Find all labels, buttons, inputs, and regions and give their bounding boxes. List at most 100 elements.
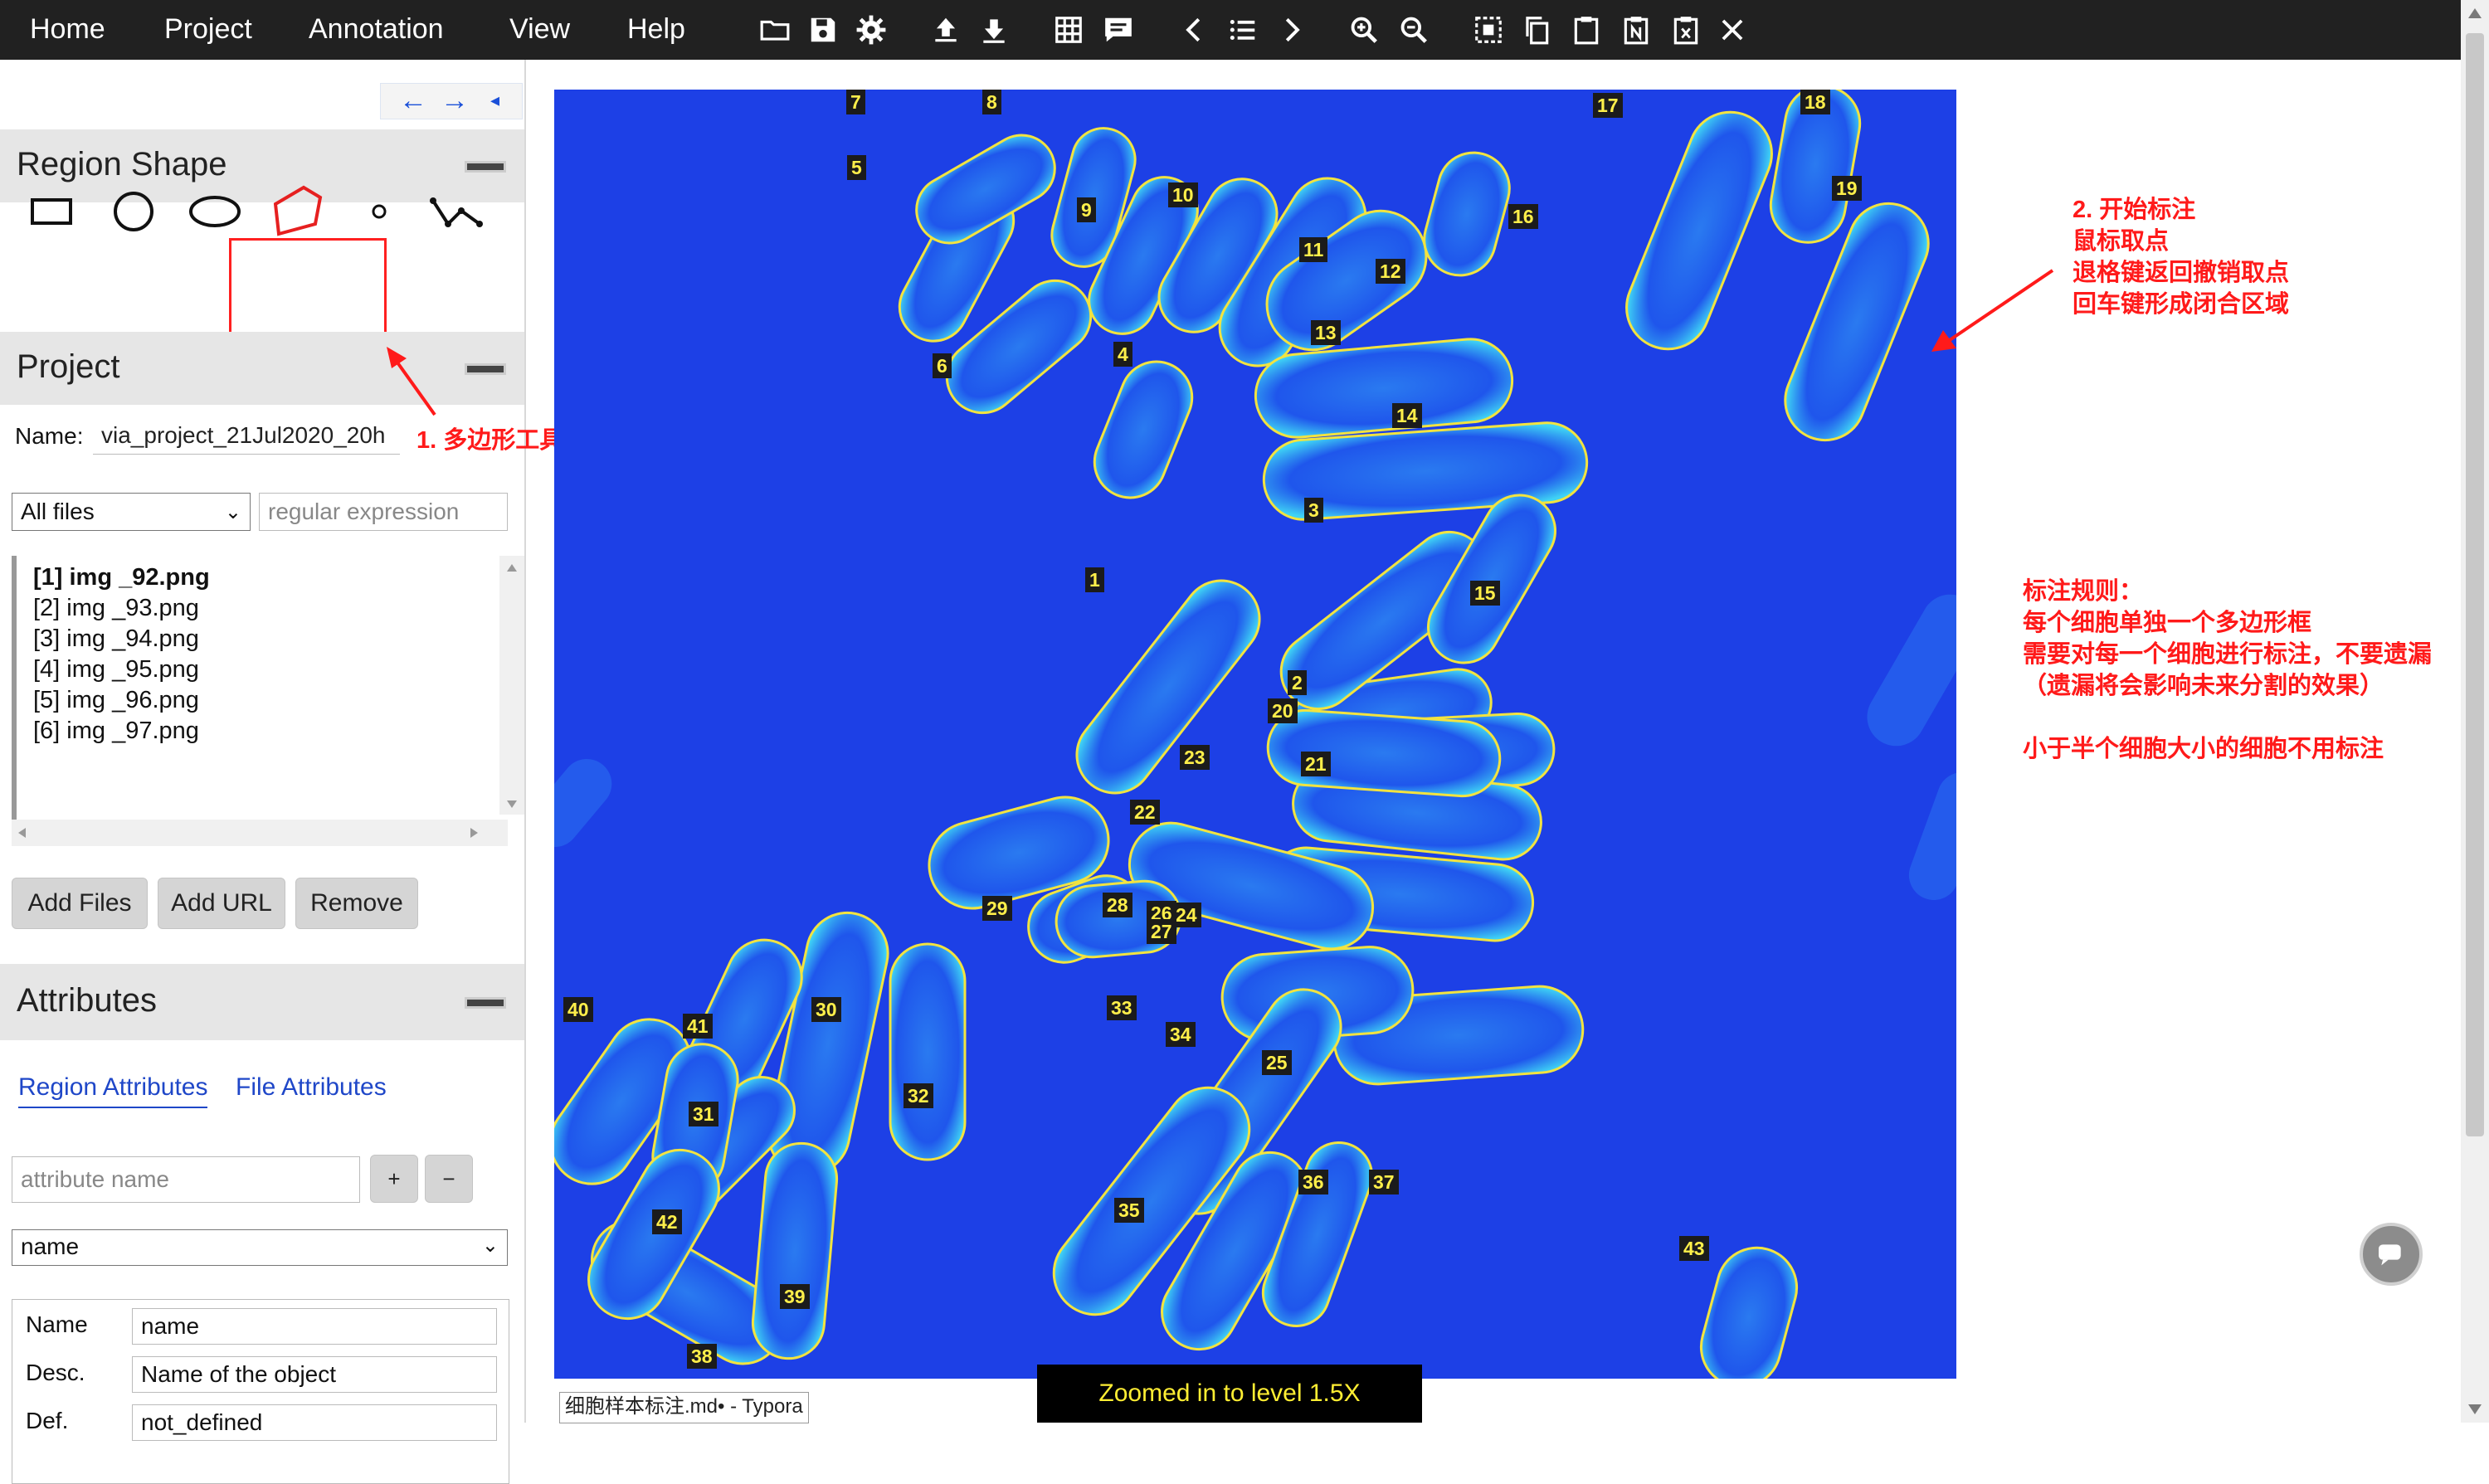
menu-project[interactable]: Project bbox=[164, 13, 252, 46]
file-list[interactable]: [1] img _92.png [2] img _93.png [3] img _9… bbox=[12, 556, 524, 820]
cell-id-label: 34 bbox=[1166, 1022, 1196, 1047]
cell-id-label: 6 bbox=[933, 353, 952, 378]
cell-id-label: 39 bbox=[780, 1284, 810, 1309]
chat-help-button[interactable] bbox=[2360, 1223, 2423, 1286]
zoom-out-icon[interactable] bbox=[1395, 12, 1432, 48]
attributes-header[interactable]: Attributes bbox=[0, 964, 524, 1040]
cell-image-svg[interactable] bbox=[554, 90, 1956, 1379]
tab-region-attributes[interactable]: Region Attributes bbox=[18, 1073, 208, 1108]
remove-file-button[interactable]: Remove bbox=[295, 878, 418, 929]
attr-def-input[interactable] bbox=[132, 1404, 497, 1441]
file-filter-value: All files bbox=[21, 499, 95, 524]
next-image-icon[interactable] bbox=[1273, 12, 1309, 48]
polyline-tool-icon[interactable] bbox=[420, 174, 494, 249]
add-attribute-button[interactable]: + bbox=[370, 1155, 418, 1203]
copy-icon[interactable] bbox=[1518, 12, 1555, 48]
attr-desc-input[interactable] bbox=[132, 1356, 497, 1393]
cell-id-label: 37 bbox=[1369, 1170, 1399, 1194]
collapse-region-shape-button[interactable] bbox=[465, 161, 506, 173]
rules-note-line: 小于半个细胞大小的细胞不用标注 bbox=[2023, 736, 2384, 762]
left-arrow-icon[interactable]: ← bbox=[399, 84, 427, 117]
cell-id-label: 29 bbox=[982, 896, 1012, 921]
file-list-item[interactable]: [3] img _94.png bbox=[33, 625, 199, 653]
scroll-down-arrow-icon[interactable] bbox=[507, 800, 517, 808]
cell-id-label: 30 bbox=[811, 997, 841, 1022]
attribute-properties-table: Name Desc. Def. bbox=[12, 1299, 509, 1484]
cell-id-label: 36 bbox=[1298, 1170, 1328, 1194]
comment-icon[interactable] bbox=[1100, 12, 1137, 48]
window-scrollbar[interactable] bbox=[2461, 0, 2489, 1423]
menu-view[interactable]: View bbox=[509, 13, 570, 46]
paste-n-icon[interactable] bbox=[1618, 12, 1654, 48]
delete-icon[interactable] bbox=[1668, 12, 1704, 48]
file-filter-select[interactable]: All files ⌄ bbox=[12, 493, 251, 531]
start-note-line: 鼠标取点 bbox=[2073, 228, 2170, 255]
attributes-title: Attributes bbox=[17, 982, 157, 1019]
rules-note-line: 需要对每一个细胞进行标注，不要遗漏 bbox=[2023, 641, 2433, 668]
file-list-item[interactable]: [6] img _97.png bbox=[33, 718, 199, 745]
top-menu-bar: Home Project Annotation View Help bbox=[0, 0, 2461, 60]
scroll-left-arrow-icon[interactable] bbox=[18, 828, 26, 838]
tab-file-attributes[interactable]: File Attributes bbox=[236, 1073, 387, 1102]
add-url-button[interactable]: Add URL bbox=[158, 878, 285, 929]
menu-help[interactable]: Help bbox=[627, 13, 685, 46]
attr-name-input[interactable] bbox=[132, 1308, 497, 1345]
file-list-item[interactable]: [5] img _96.png bbox=[33, 687, 199, 714]
cell-id-label: 5 bbox=[847, 155, 866, 180]
grid-view-icon[interactable] bbox=[1050, 12, 1087, 48]
scroll-right-arrow-icon[interactable] bbox=[470, 828, 478, 838]
settings-icon[interactable] bbox=[853, 12, 889, 48]
download-icon[interactable] bbox=[976, 12, 1012, 48]
cell-id-label: 38 bbox=[687, 1344, 717, 1369]
prev-image-icon[interactable] bbox=[1176, 12, 1213, 48]
start-note-line: 退格键返回撤销取点 bbox=[2073, 260, 2290, 286]
tool-note-label: 1. 多边形工具 bbox=[416, 427, 564, 454]
cell-id-label: 7 bbox=[846, 90, 865, 114]
regex-filter-input[interactable] bbox=[259, 493, 508, 531]
scroll-down-arrow-icon[interactable] bbox=[2468, 1404, 2482, 1414]
cell-id-label: 27 bbox=[1147, 919, 1176, 944]
cell-polygon[interactable] bbox=[889, 942, 967, 1161]
menu-annotation[interactable]: Annotation bbox=[309, 13, 444, 46]
collapse-panel-icon[interactable]: ◂ bbox=[490, 84, 499, 117]
image-canvas[interactable]: 1 2 3 4 5 6 7 8 9 10 11 12 13 14 15 16 17 18 19 20 21 22 23 24 2… bbox=[554, 90, 1956, 1379]
left-sidebar: ← → ◂ Region Shape Project Name: All fil… bbox=[0, 60, 526, 1484]
scrollbar-thumb[interactable] bbox=[2466, 33, 2484, 1136]
add-files-button[interactable]: Add Files bbox=[12, 878, 148, 929]
scroll-up-arrow-icon[interactable] bbox=[2468, 8, 2482, 18]
zoom-in-icon[interactable] bbox=[1346, 12, 1382, 48]
rectangle-tool-icon[interactable] bbox=[15, 174, 90, 249]
select-all-icon[interactable] bbox=[1470, 12, 1507, 48]
folder-open-icon[interactable] bbox=[757, 12, 793, 48]
project-name-label: Name: bbox=[15, 423, 84, 449]
paste-icon[interactable] bbox=[1568, 12, 1605, 48]
close-icon[interactable] bbox=[1714, 12, 1751, 48]
cell-id-label: 17 bbox=[1593, 93, 1623, 118]
rules-note-line: （遗漏将会影响未来分割的效果） bbox=[2023, 673, 2384, 699]
cell-id-label: 31 bbox=[689, 1102, 718, 1126]
collapse-attributes-button[interactable] bbox=[465, 997, 506, 1009]
menu-home[interactable]: Home bbox=[30, 13, 105, 46]
image-list-icon[interactable] bbox=[1225, 12, 1261, 48]
file-list-scrollbar[interactable] bbox=[499, 556, 524, 815]
file-list-item[interactable]: [2] img _93.png bbox=[33, 595, 199, 622]
remove-attribute-button[interactable]: − bbox=[425, 1155, 473, 1203]
collapse-project-button[interactable] bbox=[465, 363, 506, 375]
cell-id-label: 3 bbox=[1304, 498, 1323, 523]
upload-icon[interactable] bbox=[928, 12, 964, 48]
file-list-item[interactable]: [1] img _92.png bbox=[33, 564, 210, 591]
attr-name-label: Name bbox=[26, 1311, 88, 1337]
cell-id-label: 13 bbox=[1311, 320, 1341, 345]
attribute-select[interactable]: name ⌄ bbox=[12, 1229, 508, 1266]
project-name-input[interactable] bbox=[93, 416, 400, 455]
scroll-up-arrow-icon[interactable] bbox=[507, 564, 517, 572]
cell-id-label: 2 bbox=[1288, 670, 1307, 695]
zoom-toast-message: Zoomed in to level 1.5X bbox=[1037, 1365, 1422, 1423]
circle-tool-icon[interactable] bbox=[96, 174, 171, 249]
save-icon[interactable] bbox=[805, 12, 841, 48]
file-list-item[interactable]: [4] img _95.png bbox=[33, 656, 199, 684]
right-arrow-icon[interactable]: → bbox=[441, 84, 469, 117]
attribute-name-input[interactable] bbox=[12, 1156, 360, 1203]
file-list-hscrollbar[interactable] bbox=[12, 820, 508, 846]
chevron-down-icon: ⌄ bbox=[481, 1234, 499, 1257]
